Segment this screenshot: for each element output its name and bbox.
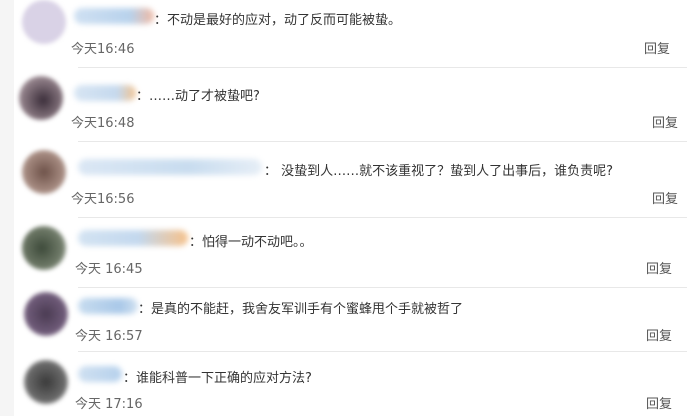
timestamp: 今天 16:45	[75, 262, 143, 277]
reply-button[interactable]: 回复	[646, 258, 672, 277]
timestamp: 今天16:56	[71, 192, 135, 207]
username[interactable]	[74, 85, 136, 101]
avatar[interactable]	[22, 0, 66, 44]
comment-item: ：不动是最好的应对，动了反而可能被蛰。 今天16:46 回复	[14, 0, 695, 68]
left-edge-strip	[0, 0, 14, 416]
timestamp: 今天16:48	[71, 116, 135, 131]
timestamp: 今天16:46	[71, 42, 135, 57]
comment-text: ：怕得一动不动吧。。	[189, 235, 313, 250]
timestamp: 今天 17:16	[75, 397, 143, 412]
reply-button[interactable]: 回复	[644, 38, 670, 57]
username[interactable]	[78, 230, 188, 246]
reply-button[interactable]: 回复	[646, 325, 672, 344]
avatar[interactable]	[24, 360, 68, 404]
avatar[interactable]	[19, 76, 63, 120]
username[interactable]	[78, 366, 122, 382]
comment-text: ：是真的不能赶，我舍友军训手有个蜜蜂甩个手就被哲了	[138, 302, 464, 317]
comment-item: ： 没蛰到人……就不该重视了？蛰到人了出事后，谁负责呢? 今天16:56 回复	[14, 142, 695, 218]
avatar[interactable]	[24, 292, 68, 336]
username[interactable]	[78, 298, 138, 314]
avatar[interactable]	[22, 150, 66, 194]
comment-item: ：是真的不能赶，我舍友军训手有个蜜蜂甩个手就被哲了 今天 16:57 回复	[14, 288, 695, 352]
avatar[interactable]	[22, 226, 66, 270]
reply-button[interactable]: 回复	[646, 393, 672, 412]
comment-text: ：……动了才被蛰吧?	[136, 89, 260, 104]
timestamp: 今天 16:57	[75, 329, 143, 344]
comment-text: ： 没蛰到人……就不该重视了？蛰到人了出事后，谁负责呢?	[264, 164, 614, 179]
comment-item: ：……动了才被蛰吧? 今天16:48 回复	[14, 68, 695, 142]
comment-text: ：谁能科普一下正确的应对方法?	[123, 371, 312, 386]
comment-item: ：怕得一动不动吧。。 今天 16:45 回复	[14, 218, 695, 288]
reply-button[interactable]: 回复	[652, 188, 678, 207]
username[interactable]	[78, 159, 262, 175]
comment-item: ：谁能科普一下正确的应对方法? 今天 17:16 回复	[14, 352, 695, 416]
reply-button[interactable]: 回复	[652, 112, 678, 131]
comment-text: ：不动是最好的应对，动了反而可能被蛰。	[154, 13, 402, 28]
username[interactable]	[74, 8, 154, 24]
